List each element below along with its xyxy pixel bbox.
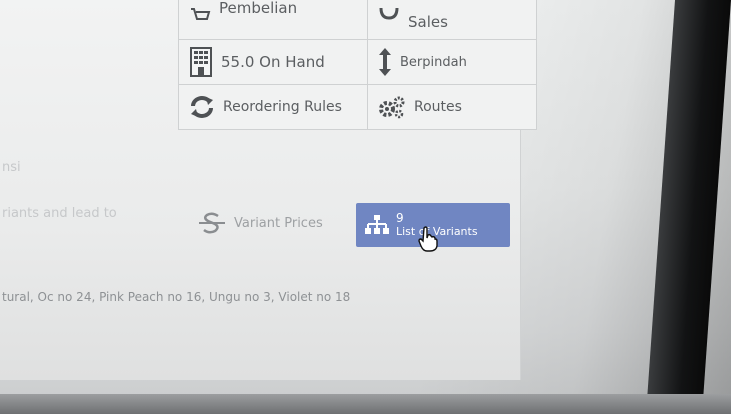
sales-icon <box>378 6 400 28</box>
moves-smart-button[interactable]: Berpindah <box>367 39 537 85</box>
cogs-icon <box>378 95 406 119</box>
smart-buttons-grid: Pembelian Sales 55.0 On Hand Berpindah R… <box>178 0 538 144</box>
variants-count: 9 <box>396 211 404 225</box>
attribute-values-text: tural, Oc no 24, Pink Peach no 16, Ungu … <box>2 290 351 304</box>
variant-prices-label: Variant Prices <box>234 215 323 231</box>
monitor-screen: Pembelian Sales 55.0 On Hand Berpindah R… <box>0 0 731 414</box>
purchase-smart-button[interactable]: Pembelian <box>178 0 368 40</box>
refresh-icon <box>189 96 215 118</box>
routes-smart-button[interactable]: Routes <box>367 84 537 130</box>
moves-label: Berpindah <box>400 54 467 70</box>
routes-label: Routes <box>414 99 462 115</box>
updown-arrow-icon <box>378 47 392 77</box>
reordering-rules-smart-button[interactable]: Reordering Rules <box>178 84 368 130</box>
shopping-cart-icon <box>189 6 211 28</box>
field-help-partial: riants and lead to <box>2 206 117 221</box>
building-icon <box>189 47 213 77</box>
monitor-bezel-right <box>646 0 731 414</box>
sitemap-icon <box>364 214 390 236</box>
strikethrough-s-icon <box>198 212 226 234</box>
hand-pointer-cursor <box>418 226 438 256</box>
on-hand-smart-button[interactable]: 55.0 On Hand <box>178 39 368 85</box>
sales-label: Sales <box>408 13 448 31</box>
on-hand-label: 55.0 On Hand <box>221 53 325 71</box>
purchase-label: Pembelian <box>219 0 298 17</box>
form-sheet: Pembelian Sales 55.0 On Hand Berpindah R… <box>0 0 537 380</box>
reordering-rules-label: Reordering Rules <box>223 99 342 115</box>
variant-prices-button[interactable]: Variant Prices <box>198 212 323 234</box>
monitor-bezel-bottom <box>0 394 731 414</box>
field-label-partial: nsi <box>2 160 21 175</box>
sales-smart-button[interactable]: Sales <box>367 0 537 40</box>
